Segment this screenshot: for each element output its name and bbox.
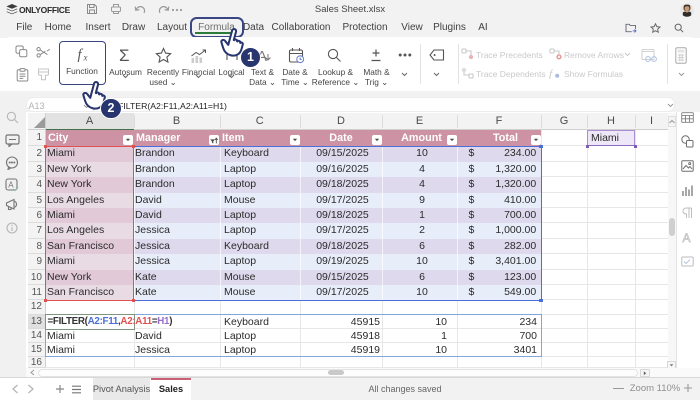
svg-text:x: x (83, 53, 88, 63)
svg-text:f: f (549, 68, 554, 79)
svg-text:A: A (683, 231, 691, 244)
svg-text:A: A (8, 181, 14, 190)
svg-text:Σ: Σ (119, 46, 130, 64)
